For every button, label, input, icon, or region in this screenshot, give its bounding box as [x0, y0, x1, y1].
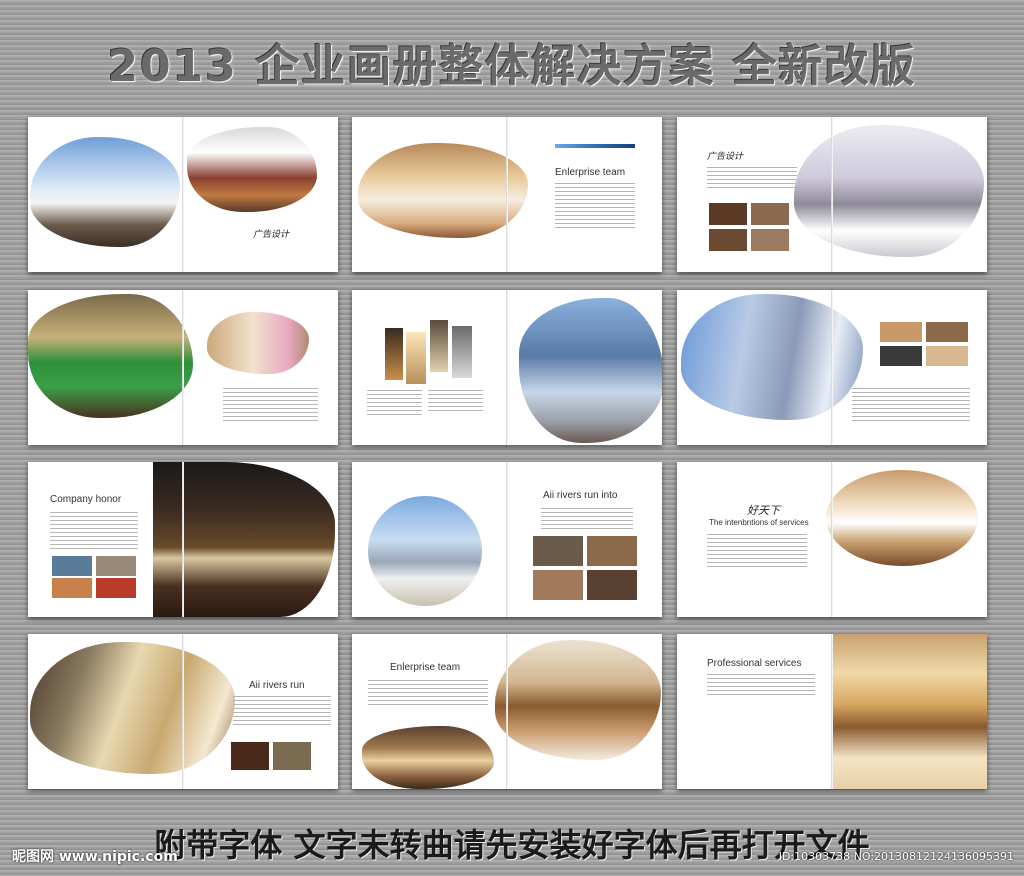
- banner-title: 2013 企业画册整体解决方案 全新改版: [107, 41, 917, 92]
- left-page: [352, 462, 507, 617]
- bar-interior-photo: [153, 462, 335, 617]
- section-subheading: The intenbntions of services: [709, 518, 809, 527]
- thumb-3: [709, 229, 747, 251]
- body-text: [707, 167, 797, 191]
- body-text: [555, 183, 635, 231]
- brand-script: 广告设计: [707, 152, 744, 162]
- brochure-spread-10: Aii rivers run: [28, 634, 338, 789]
- right-page: [832, 290, 987, 445]
- left-page: [28, 290, 193, 445]
- left-page: 好天下 The intenbntions of services: [677, 462, 832, 617]
- right-page: [153, 462, 338, 617]
- hotel-room-photo: [358, 143, 528, 238]
- watermark-id: ID:10303738 NO:20130812124136095391: [778, 850, 1014, 863]
- right-page: Aii rivers run: [183, 634, 338, 789]
- thumb-4: [587, 570, 637, 600]
- sky-building-photo: [30, 137, 180, 247]
- brochure-spread-8: Aii rivers run into: [352, 462, 662, 617]
- brochure-spread-11: Enlerprise team: [352, 634, 662, 789]
- brochure-spread-7: Company honor: [28, 462, 338, 617]
- left-page: [352, 290, 507, 445]
- section-heading: Enlerprise team: [390, 662, 461, 673]
- thumb-3: [533, 570, 583, 600]
- living-room-photo: [794, 125, 984, 257]
- section-heading: Company honor: [50, 494, 122, 505]
- right-page: [794, 117, 987, 272]
- thumb-3: [52, 578, 92, 598]
- study-room-photo: [495, 640, 661, 760]
- thumb-2: [926, 322, 968, 342]
- brochure-spread-5: [352, 290, 662, 445]
- section-heading: Aii rivers run: [249, 680, 305, 691]
- thumb-2: [751, 203, 789, 225]
- right-page: [495, 634, 662, 789]
- thumb-1: [231, 742, 269, 770]
- body-text: [368, 680, 488, 708]
- thumb-3: [880, 346, 922, 366]
- body-text: [223, 388, 318, 424]
- thumb-4: [926, 346, 968, 366]
- watermark-site: 昵图网 www.nipic.com: [12, 849, 178, 865]
- vase-photo-1: [385, 328, 403, 380]
- section-heading: Aii rivers run into: [543, 490, 618, 501]
- left-page: Enlerprise team: [352, 634, 507, 789]
- body-text: [233, 696, 331, 728]
- body-text: [852, 388, 970, 424]
- body-text-a: [367, 390, 422, 418]
- thumb-2: [587, 536, 637, 566]
- glass-building-photo: [519, 298, 662, 443]
- thumb-1: [880, 322, 922, 342]
- brochure-spread-2: Enlerprise team: [352, 117, 662, 272]
- section-heading: Professional services: [707, 658, 802, 669]
- vase-photo-3: [430, 320, 448, 372]
- body-text: [50, 512, 138, 552]
- thumb-2: [273, 742, 311, 770]
- body-text: [707, 534, 807, 570]
- section-heading: Enlerprise team: [555, 167, 626, 178]
- thumb-1: [709, 203, 747, 225]
- right-page: 广告设计: [183, 117, 338, 272]
- left-page: [28, 634, 235, 789]
- vase-photo-2: [406, 332, 426, 384]
- thumb-1: [52, 556, 92, 576]
- ballroom-photo: [187, 127, 317, 212]
- brand-script: 好天下: [747, 504, 780, 517]
- left-page: [352, 117, 528, 272]
- vase-photo-4: [452, 326, 472, 378]
- left-page: [28, 117, 183, 272]
- thumb-4: [751, 229, 789, 251]
- thumb-2: [96, 556, 136, 576]
- right-page: [183, 290, 338, 445]
- brand-script: 广告设计: [253, 230, 290, 240]
- body-text: [707, 674, 815, 698]
- arcade-photo: [362, 726, 494, 789]
- right-page: Aii rivers run into: [507, 462, 662, 617]
- lobby-photo: [207, 312, 309, 374]
- left-page: Professional services: [677, 634, 832, 789]
- brochure-spread-12: Professional services: [677, 634, 987, 789]
- brochure-spread-9: 好天下 The intenbntions of services: [677, 462, 987, 617]
- bedroom-photo: [826, 470, 978, 566]
- accent-bar: [555, 144, 635, 148]
- brochure-spread-4: [28, 290, 338, 445]
- brochure-spread-1: 广告设计: [28, 117, 338, 272]
- left-page: [677, 290, 863, 445]
- thumb-4: [96, 578, 136, 598]
- brochure-spread-3: 广告设计: [677, 117, 987, 272]
- thumb-1: [533, 536, 583, 566]
- right-page: [832, 634, 987, 789]
- right-page: Enlerprise team: [507, 117, 662, 272]
- stadium-photo: [368, 496, 482, 606]
- right-page: [507, 290, 662, 445]
- right-page: [826, 462, 987, 617]
- brochure-spread-6: [677, 290, 987, 445]
- body-text-b: [428, 390, 483, 414]
- billiard-room-photo: [28, 294, 193, 418]
- body-text: [541, 508, 633, 532]
- grand-lobby-photo: [832, 634, 987, 789]
